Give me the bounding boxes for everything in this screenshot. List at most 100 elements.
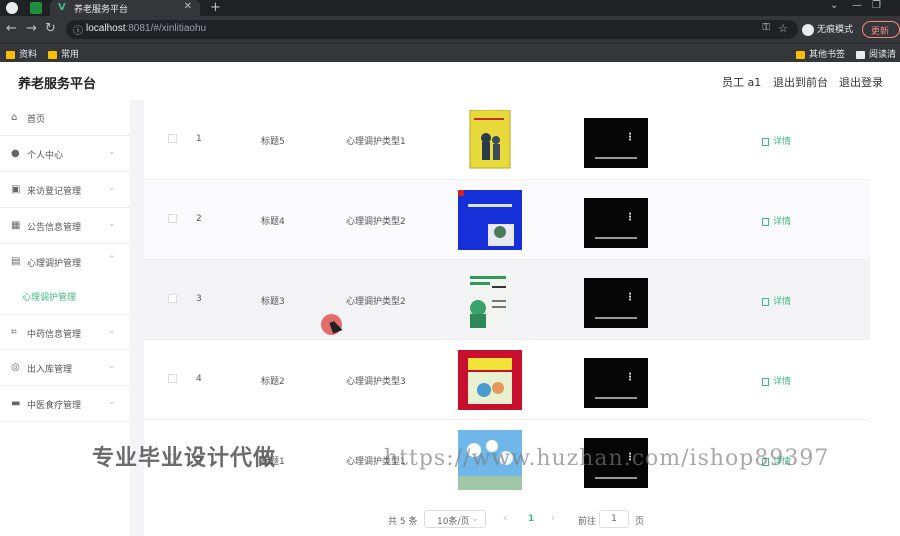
address-bar[interactable]: ⓘ localhost:8081/#/xinlitiaohu ⚿ ☆ (66, 20, 798, 39)
update-button[interactable]: 更新 (862, 21, 900, 38)
chevron-down-icon: ⌄ (108, 147, 116, 157)
list-icon (856, 50, 865, 59)
incognito-label: 无痕模式 (817, 25, 854, 35)
more-icon[interactable]: ⋮ (625, 292, 635, 303)
cover-image (458, 270, 522, 330)
folder-icon (796, 50, 805, 59)
restore-icon[interactable]: ❐ (872, 0, 881, 11)
detail-label: 详情 (773, 297, 792, 307)
incognito-indicator[interactable]: 无痕模式 (802, 22, 853, 36)
user-label: 员工 a1 (722, 76, 762, 89)
row-checkbox[interactable] (168, 214, 177, 223)
sidebar-item-personal[interactable]: ● 个人中心 ⌄ (0, 136, 130, 172)
user-icon: ● (11, 148, 20, 159)
minimize-icon[interactable]: — (852, 0, 862, 11)
next-page-icon[interactable]: › (551, 513, 555, 524)
bookmark-folder[interactable]: 资料 (6, 47, 37, 60)
row-checkbox[interactable] (168, 134, 177, 143)
crop-icon: ⌗ (11, 327, 17, 338)
bookmark-label: 常用 (61, 50, 80, 60)
chevron-down-icon: ⌄ (108, 183, 116, 193)
incognito-icon (802, 23, 814, 36)
table-row: 2 标题4 心理调护类型2 ⋮ 详情 (144, 180, 870, 260)
cover-image (458, 190, 522, 250)
video-progress[interactable] (595, 477, 637, 479)
page-size-value: 10条/页 (437, 517, 470, 527)
reload-icon[interactable]: ↻ (45, 21, 56, 36)
video-player[interactable]: ⋮ (584, 198, 648, 248)
sidebar-item-psych[interactable]: ▤ 心理调护管理 ⌃ (0, 244, 130, 280)
detail-icon (762, 297, 769, 306)
row-title: 标题3 (261, 297, 285, 307)
prev-page-icon[interactable]: ‹ (503, 513, 507, 524)
doc-icon: ▤ (11, 256, 21, 267)
page-size-select[interactable]: 10条/页 ⌄ (424, 510, 486, 528)
row-index: 3 (196, 294, 202, 304)
page-suffix: 页 (635, 517, 645, 527)
video-player[interactable]: ⋮ (584, 118, 648, 168)
video-player[interactable]: ⋮ (584, 358, 648, 408)
detail-button[interactable]: 详情 (762, 294, 791, 307)
chevron-up-icon: ⌃ (108, 255, 116, 265)
current-page[interactable]: 1 (528, 514, 534, 524)
detail-button[interactable]: 详情 (762, 374, 791, 387)
more-icon[interactable]: ⋮ (625, 372, 635, 383)
tab-title: 养老服务平台 (74, 5, 129, 15)
video-progress[interactable] (595, 317, 637, 319)
pagination: 共 5 条 10条/页 ⌄ ‹ 1 › 前往 1 页 (388, 510, 788, 530)
video-player[interactable]: ⋮ (584, 278, 648, 328)
chevron-down-icon[interactable]: ⌄ (830, 0, 838, 11)
goto-page-input[interactable]: 1 (599, 510, 629, 528)
bookmark-folder[interactable]: 其他书签 (796, 47, 845, 60)
sidebar-item-label: 心理调护管理 (27, 259, 82, 269)
sidebar-item-stock[interactable]: ◎ 出入库管理 ⌄ (0, 350, 130, 386)
home-icon: ⌂ (11, 112, 18, 123)
info-icon[interactable]: ⓘ (73, 22, 83, 37)
detail-label: 详情 (773, 377, 792, 387)
tab-active[interactable]: V 养老服务平台 ✕ (50, 0, 200, 16)
video-progress[interactable] (595, 237, 637, 239)
cover-image (458, 350, 522, 410)
more-icon[interactable]: ⋮ (625, 212, 635, 223)
bookmark-label: 其他书签 (809, 50, 846, 60)
register-icon: ▣ (11, 184, 21, 195)
chevron-down-icon: ⌄ (471, 514, 479, 524)
browser-icon[interactable] (6, 2, 18, 14)
sidebar-item-diet[interactable]: ▬ 中医食疗管理 ⌄ (0, 386, 130, 422)
row-checkbox[interactable] (168, 374, 177, 383)
sidebar-item-herbs[interactable]: ⌗ 中药信息管理 ⌄ (0, 314, 130, 350)
row-type: 心理调护类型2 (346, 297, 406, 307)
detail-icon (762, 137, 769, 146)
chevron-down-icon: ⌄ (108, 326, 116, 336)
star-icon[interactable]: ☆ (778, 22, 788, 35)
sidebar-item-home[interactable]: ⌂ 首页 (0, 100, 130, 136)
close-tab-icon[interactable]: ✕ (184, 1, 192, 12)
sheet-icon[interactable] (30, 2, 42, 14)
globe-icon: ◎ (11, 362, 20, 373)
video-progress[interactable] (595, 397, 637, 399)
more-icon[interactable]: ⋮ (625, 132, 635, 143)
forward-icon[interactable]: → (26, 21, 37, 36)
bookmark-folder[interactable]: 常用 (48, 47, 79, 60)
back-to-front-link[interactable]: 退出到前台 (773, 74, 828, 90)
watermark-left: 专业毕业设计代做 (92, 446, 277, 471)
key-icon[interactable]: ⚿ (762, 22, 770, 33)
sidebar-item-label: 个人中心 (27, 151, 64, 161)
video-progress[interactable] (595, 157, 637, 159)
detail-button[interactable]: 详情 (762, 134, 791, 147)
row-index: 4 (196, 374, 202, 384)
sidebar-item-label: 中药信息管理 (27, 330, 82, 340)
row-checkbox[interactable] (168, 294, 177, 303)
grid-icon: ▦ (11, 220, 21, 231)
sidebar-item-notices[interactable]: ▦ 公告信息管理 ⌄ (0, 208, 130, 244)
back-icon[interactable]: ← (6, 21, 17, 36)
sidebar-item-visits[interactable]: ▣ 来访登记管理 ⌄ (0, 172, 130, 208)
bookmarks-bar: 资料 常用 其他书签 阅读清单 (0, 43, 900, 73)
logout-link[interactable]: 退出登录 (839, 74, 883, 90)
detail-button[interactable]: 详情 (762, 214, 791, 227)
sidebar-item-label: 来访登记管理 (27, 187, 82, 197)
new-tab-icon[interactable]: + (210, 0, 221, 15)
folder-icon (6, 50, 15, 59)
sidebar-subitem-psych[interactable]: 心理调护管理 (0, 280, 130, 314)
chevron-down-icon: ⌄ (108, 219, 116, 229)
